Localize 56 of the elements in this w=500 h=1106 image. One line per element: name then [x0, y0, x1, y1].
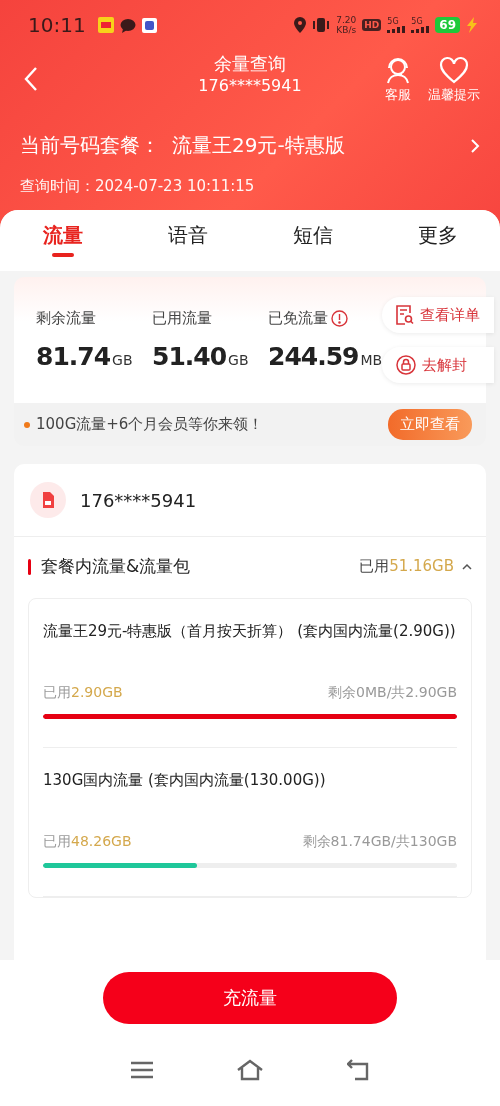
used-amount: 已用2.90GB [43, 684, 123, 702]
page-title: 余量查询 [214, 52, 286, 76]
phone-number: 176****5941 [80, 489, 197, 511]
section-title: 套餐内流量&流量包 [41, 555, 192, 578]
side-action-button[interactable]: 查看详单 [382, 297, 495, 333]
app-notification-icon [141, 17, 157, 33]
side-action-button[interactable]: 去解封 [382, 347, 495, 383]
remaining-amount: 剩余0MB/共2.90GB [328, 684, 457, 702]
lock-icon [396, 355, 417, 375]
phone-number: 176****5941 [198, 76, 302, 95]
tab[interactable]: 流量 [0, 222, 125, 257]
headset-person-icon [384, 56, 412, 84]
info-icon[interactable] [331, 310, 348, 327]
remaining-amount: 剩余81.74GB/共130GB [302, 833, 457, 851]
package-name: 130G国内流量 (套内国内流量(130.00G)) [43, 770, 327, 791]
document-search-icon [396, 305, 415, 325]
signal-icon [387, 26, 406, 33]
charging-icon [466, 17, 478, 33]
heart-icon [439, 56, 469, 84]
vibrate-icon [312, 17, 331, 33]
view-now-button[interactable]: 立即查看 [388, 409, 472, 440]
hd-indicator: HD [362, 19, 382, 31]
current-plan-row[interactable]: 当前号码套餐： 流量王29元-特惠版 [0, 110, 500, 159]
promo-text: 100G流量+6个月会员等你来领！ [36, 415, 265, 434]
stat-unit: GB [112, 352, 133, 368]
caret-up-icon [462, 563, 472, 570]
header-action-button[interactable]: 客服 [384, 56, 412, 104]
header-action-button[interactable]: 温馨提示 [428, 56, 480, 104]
stat-unit: GB [228, 352, 249, 368]
stat-value: 81.74 [36, 342, 111, 371]
stat-label: 已用流量 [152, 309, 212, 328]
stat-label: 剩余流量 [36, 309, 96, 328]
tab[interactable]: 更多 [375, 222, 500, 257]
chevron-right-icon [470, 137, 480, 154]
sim-card-icon [30, 482, 66, 518]
stat-value: 51.40 [152, 342, 227, 371]
battery-level: 69 [435, 17, 460, 33]
stat-value: 244.59 [268, 342, 359, 371]
bullet-icon [24, 421, 30, 428]
app-notification-icon [97, 17, 114, 33]
stat-label: 已免流量 [268, 309, 328, 328]
tab[interactable]: 短信 [250, 222, 375, 257]
used-amount: 已用48.26GB [43, 833, 132, 851]
chat-bubble-icon [119, 17, 136, 33]
stat-unit: MB [360, 352, 383, 368]
status-time: 10:11 [28, 13, 86, 37]
location-icon [294, 17, 307, 33]
tab[interactable]: 语音 [125, 222, 250, 257]
network-speed: 7.20 KB/s [336, 15, 357, 35]
query-time: 查询时间：2024-07-23 10:11:15 [19, 176, 256, 196]
network-type: 5G [387, 17, 400, 26]
network-type: 5G [411, 17, 424, 26]
signal-icon [411, 26, 430, 33]
package-name: 流量王29元-特惠版（首月按天折算） (套内国内流量(2.90G)) [43, 621, 457, 642]
recharge-button[interactable]: 充流量 [103, 972, 397, 1024]
used-total-toggle[interactable]: 已用51.16GB [359, 557, 472, 576]
